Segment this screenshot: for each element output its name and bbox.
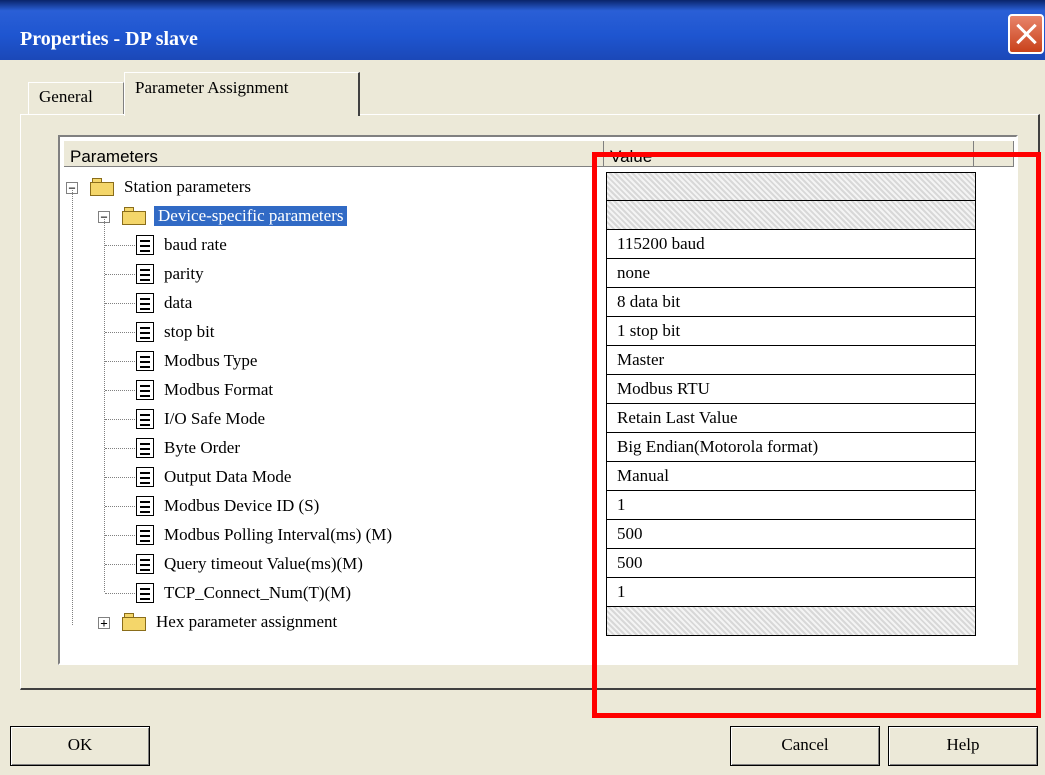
parameter-name: Byte Order [164,438,241,457]
folder-open-icon [90,178,114,196]
highlight-box [592,152,1041,718]
parameter-icon [136,409,154,429]
tree-line [105,535,135,536]
tree-line [105,593,135,594]
tree-line [105,390,135,391]
parameter-icon [136,264,154,284]
window-title: Properties - DP slave [20,28,198,50]
expand-hex-icon[interactable]: + [98,617,110,629]
tree-line [105,448,135,449]
parameter-name: Modbus Type [164,351,258,370]
parameter-icon [136,380,154,400]
parameter-name: Output Data Mode [164,467,292,486]
station-label: Station parameters [124,177,251,196]
parameter-name: parity [164,264,204,283]
ok-button[interactable]: OK [10,726,150,766]
tree-line [105,477,135,478]
column-header-parameters-label: Parameters [70,147,158,166]
parameter-name: data [164,293,193,312]
tree-line [105,245,135,246]
parameter-name: Modbus Device ID (S) [164,496,320,515]
title-bar: Properties - DP slave [0,0,1045,60]
parameter-icon [136,583,154,603]
close-icon[interactable] [1008,14,1044,54]
tree-line [105,274,135,275]
parameter-icon [136,467,154,487]
parameter-name: Modbus Polling Interval(ms) (M) [164,525,393,544]
tree-line [105,506,135,507]
tree-line [105,361,135,362]
device-label: Device-specific parameters [154,206,348,226]
parameter-icon [136,351,154,371]
cancel-button[interactable]: Cancel [730,726,880,766]
parameter-icon [136,293,154,313]
tab-parameter-assignment[interactable]: Parameter Assignment [124,72,360,116]
tree-line [105,419,135,420]
tree-line [105,332,135,333]
parameter-name: Query timeout Value(ms)(M) [164,554,363,573]
hex-label: Hex parameter assignment [156,612,338,631]
tree-line [105,303,135,304]
folder-open-icon [122,207,146,225]
tree-line [105,564,135,565]
parameter-name: stop bit [164,322,215,341]
parameter-icon [136,438,154,458]
parameter-icon [136,525,154,545]
tab-parameter-assignment-label: Parameter Assignment [135,78,289,97]
parameter-icon [136,496,154,516]
parameter-name: TCP_Connect_Num(T)(M) [164,583,351,602]
parameter-name: Modbus Format [164,380,274,399]
parameter-icon [136,322,154,342]
tab-general-label: General [39,87,93,106]
column-header-parameters[interactable]: Parameters [64,141,604,167]
help-button[interactable]: Help [888,726,1038,766]
tab-general[interactable]: General [28,82,124,114]
parameter-icon [136,235,154,255]
parameter-name: baud rate [164,235,227,254]
parameter-name: I/O Safe Mode [164,409,266,428]
folder-icon [122,613,146,631]
parameter-icon [136,554,154,574]
